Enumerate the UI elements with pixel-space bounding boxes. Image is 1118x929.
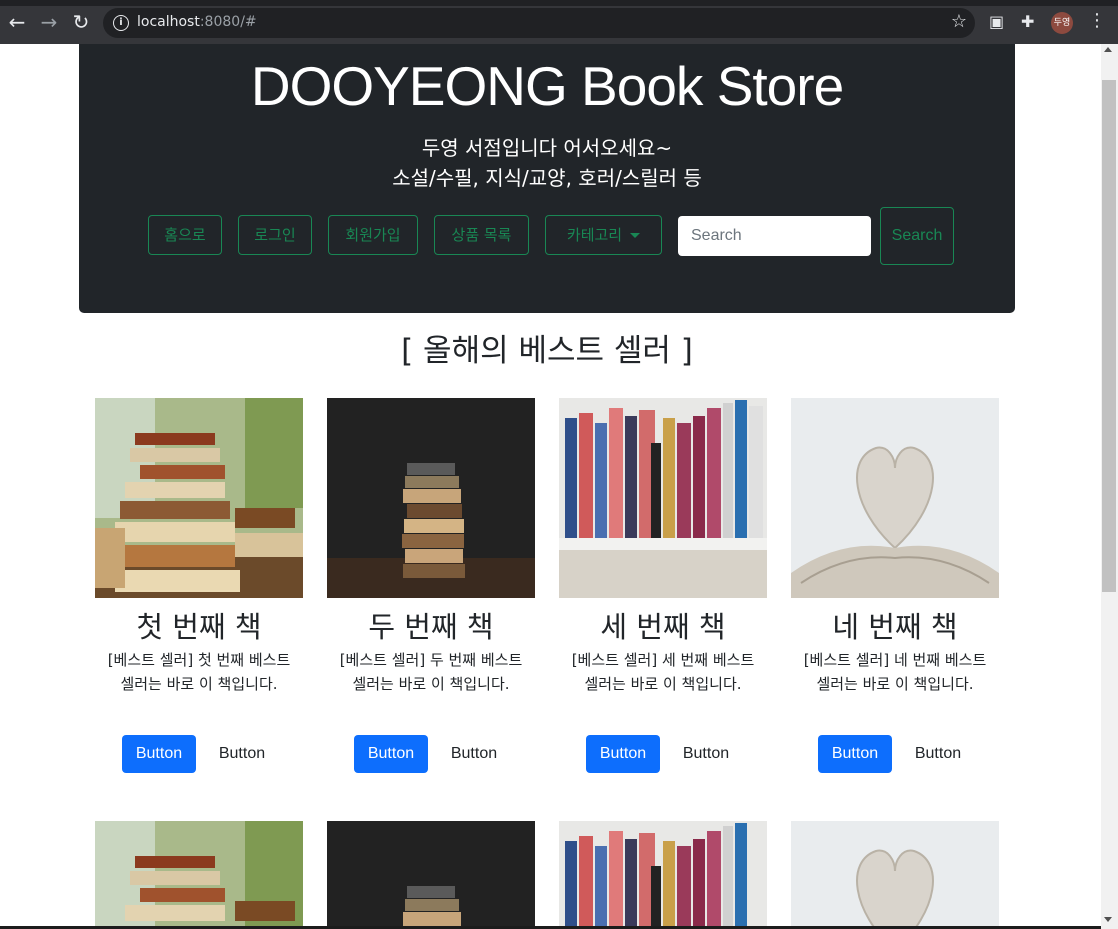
dark-book-stack-image [327,398,535,598]
login-button[interactable]: 로그인 [238,215,312,255]
secondary-button[interactable]: Button [901,735,975,773]
extensions-puzzle-icon[interactable]: ✚ [1021,12,1034,31]
book-description: [베스트 셀러] 네 번째 베스트 셀러는 바로 이 책입니다. [803,651,987,693]
primary-button[interactable]: Button [818,735,892,773]
tab-strip [0,0,1118,6]
book-title: 첫 번째 책 [136,610,262,644]
book-description: [베스트 셀러] 첫 번째 베스트 셀러는 바로 이 책입니다. [107,651,291,693]
category-label: 카테고리 [566,226,623,244]
url-text[interactable]: localhost:8080/# [137,14,257,30]
bookshelf-image [559,398,767,598]
welcome-text: 두영 서점입니다 어서오세요~ [421,136,673,160]
profile-avatar[interactable]: 두영 [1051,12,1073,34]
home-button[interactable]: 홈으로 [148,215,222,255]
forward-arrow-icon[interactable]: → [37,10,61,34]
scrollbar-thumb[interactable] [1102,80,1116,592]
address-bar[interactable]: i localhost:8080/# ☆ [103,8,975,38]
search-button[interactable]: Search [880,207,954,265]
back-arrow-icon[interactable]: ← [5,10,29,34]
genre-text: 소설/수필, 지식/교양, 호러/스릴러 등 [392,166,702,190]
reload-icon[interactable]: ↻ [69,10,93,34]
secondary-button[interactable]: Button [669,735,743,773]
book-title: 두 번째 책 [368,610,494,644]
scroll-up-arrow-icon[interactable] [1104,47,1112,52]
book-description: [베스트 셀러] 세 번째 베스트 셀러는 바로 이 책입니다. [571,651,755,693]
browser-menu-icon[interactable]: ⋮ [1088,10,1106,31]
book-description: [베스트 셀러] 두 번째 베스트 셀러는 바로 이 책입니다. [339,651,523,693]
url-path: :8080/# [199,14,257,30]
primary-button[interactable]: Button [354,735,428,773]
heart-book-image [791,821,999,929]
primary-button[interactable]: Button [586,735,660,773]
site-header: DOOYEONG Book Store 두영 서점입니다 어서오세요~ 소설/수… [79,44,1015,313]
scroll-down-arrow-icon[interactable] [1104,917,1112,922]
bestseller-heading: [ 올해의 베스트 셀러 ] [401,333,693,369]
book-title: 세 번째 책 [600,610,726,644]
heart-book-image [791,398,999,598]
product-list-button[interactable]: 상품 목록 [434,215,529,255]
primary-button[interactable]: Button [122,735,196,773]
dark-book-stack-image [327,821,535,929]
browser-toolbar: ← → ↻ i localhost:8080/# ☆ ▣ ✚ 두영 ⋮ [0,0,1118,44]
media-extension-icon[interactable]: ▣ [989,12,1004,31]
url-host: localhost [137,14,200,30]
dropdown-caret-icon [630,233,641,238]
bookshelf-image [559,821,767,929]
store-title: DOOYEONG Book Store [250,55,844,117]
book-title: 네 번째 책 [832,610,958,644]
bookmark-star-icon[interactable]: ☆ [951,11,967,32]
book-stack-image [95,398,303,598]
search-input[interactable]: Search [678,216,871,256]
secondary-button[interactable]: Button [205,735,279,773]
category-dropdown[interactable]: 카테고리 [545,215,662,255]
secondary-button[interactable]: Button [437,735,511,773]
site-info-icon[interactable]: i [113,15,129,31]
book-stack-image [95,821,303,929]
signup-button[interactable]: 회원가입 [328,215,418,255]
